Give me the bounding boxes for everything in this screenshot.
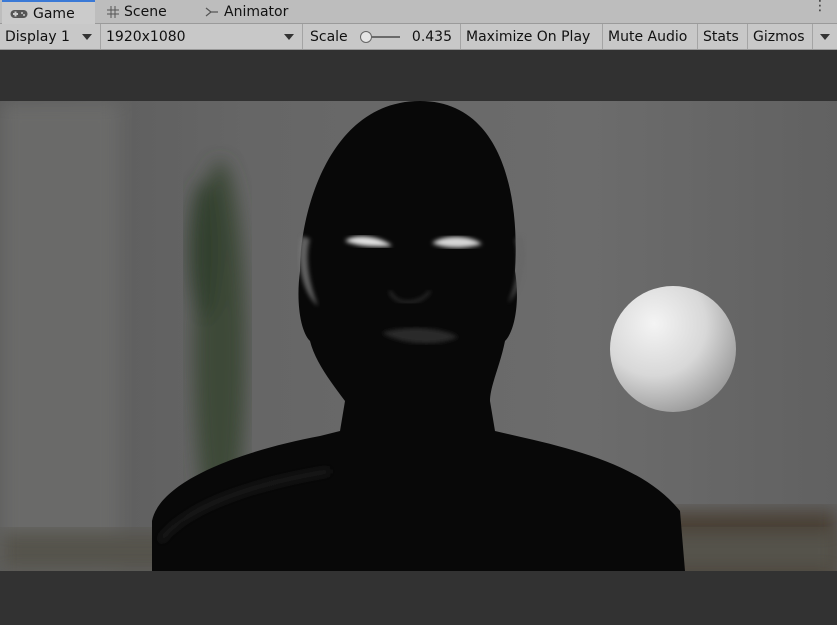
gizmos-toggle[interactable]: Gizmos xyxy=(748,24,813,49)
letterbox-bottom xyxy=(0,571,837,625)
stats-toggle[interactable]: Stats xyxy=(698,24,748,49)
maximize-on-play-label: Maximize On Play xyxy=(466,28,591,45)
tab-animator[interactable]: Animator xyxy=(205,0,288,24)
tab-scene[interactable]: Scene xyxy=(107,0,167,24)
resolution-dropdown[interactable]: 1920x1080 xyxy=(101,24,303,49)
game-toolbar: Display 1 1920x1080 Scale 0.435 Maximize… xyxy=(0,24,837,50)
game-render xyxy=(0,101,837,571)
scale-slider-handle[interactable] xyxy=(360,31,372,43)
mute-audio-label: Mute Audio xyxy=(608,28,688,45)
gizmos-dropdown[interactable] xyxy=(813,24,837,49)
chevron-down-icon xyxy=(820,34,830,40)
window-tab-bar: Game Scene Animator ⋮ xyxy=(0,0,837,25)
tab-scene-label: Scene xyxy=(124,4,167,20)
white-sphere xyxy=(610,286,736,412)
stats-label: Stats xyxy=(703,28,739,45)
letterbox-top xyxy=(0,50,837,101)
tab-game[interactable]: Game xyxy=(2,0,95,25)
more-options-icon[interactable]: ⋮ xyxy=(813,0,827,13)
resolution-dropdown-label: 1920x1080 xyxy=(106,28,186,45)
chevron-down-icon xyxy=(284,34,294,40)
tab-animator-label: Animator xyxy=(224,4,289,20)
mute-audio-toggle[interactable]: Mute Audio xyxy=(603,24,698,49)
chevron-down-icon xyxy=(82,34,92,40)
gamepad-icon xyxy=(10,9,28,19)
tab-game-label: Game xyxy=(33,5,75,22)
maximize-on-play-toggle[interactable]: Maximize On Play xyxy=(461,24,603,49)
scale-label: Scale xyxy=(310,28,348,45)
grid-icon xyxy=(107,6,119,18)
display-dropdown-label: Display 1 xyxy=(5,28,70,45)
display-dropdown[interactable]: Display 1 xyxy=(0,24,101,49)
gizmos-label: Gizmos xyxy=(753,28,805,45)
animator-icon xyxy=(205,6,219,18)
scale-value: 0.435 xyxy=(411,28,452,45)
